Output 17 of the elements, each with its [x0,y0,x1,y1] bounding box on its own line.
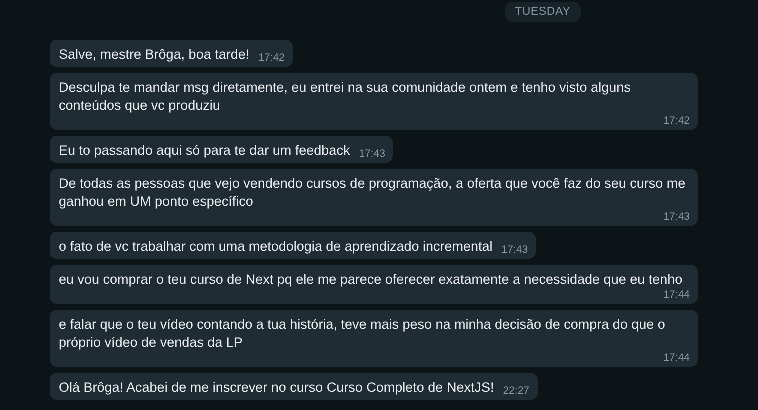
message-time: 17:43 [358,148,386,160]
message-text: Eu to passando aqui só para te dar um feedback [59,142,350,160]
message-time: 17:44 [662,289,690,301]
message-time: 17:42 [258,52,285,64]
date-divider: TUESDAY [505,2,581,22]
message-text: e falar que o teu vídeo contando a tua história, teve mais peso na minha decisão de compra do que o próprio vídeo de vendas da LP [59,316,666,352]
message-time: 17:43 [500,244,528,256]
message-text: Desculpa te mandar msg diretamente, eu entrei na sua comunidade ontem e tenho visto alguns conteúdos que vc produziu [59,79,632,115]
message-text: De todas as pessoas que vejo vendendo cursos de programação, a oferta que você faz do seu curso me ganhou em UM ponto específico [59,175,687,211]
message-time: 17:44 [662,352,690,364]
message-time: 22:27 [502,385,530,397]
message-time: 17:43 [662,211,690,223]
message-text: Olá Brôga! Acabei de me inscrever no curso Curso Completo de NextJS! [59,379,494,397]
message-text: o fato de vc trabalhar com uma metodologia de aprendizado incremental [59,238,493,256]
message-text: Salve, mestre Brôga, boa tarde! [59,46,250,64]
message-text: eu vou comprar o teu curso de Next pq ele me parece oferecer exatamente a necessidade que eu tenho [59,271,683,289]
message-time: 17:42 [662,115,690,127]
